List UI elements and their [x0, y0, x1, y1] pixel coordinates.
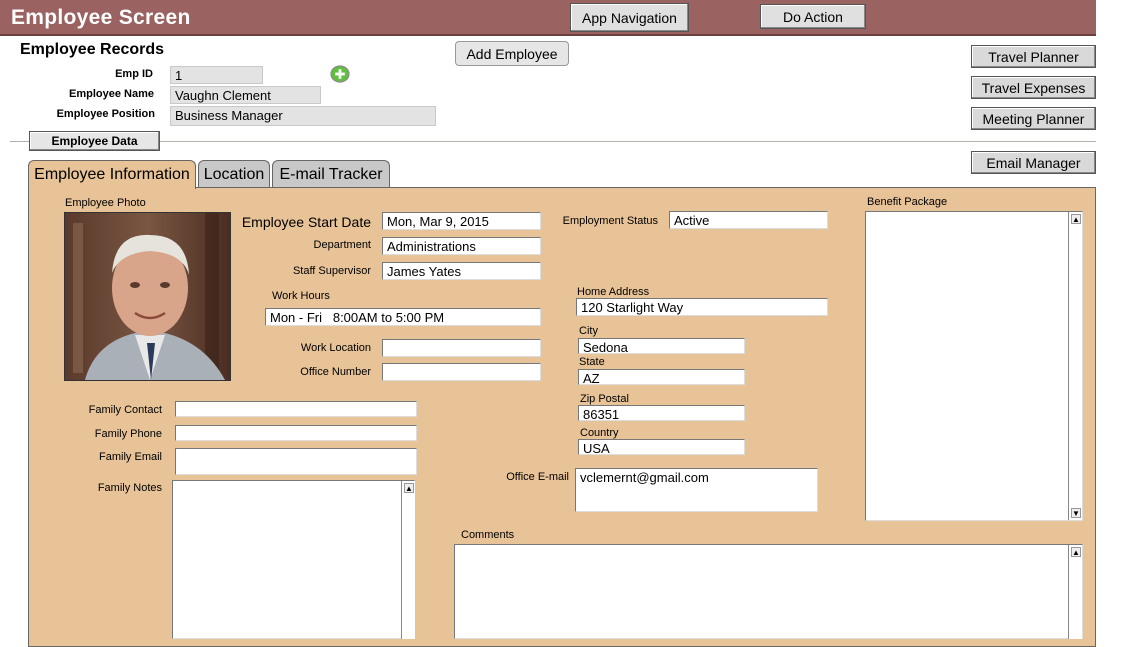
family-notes-label: Family Notes: [97, 482, 162, 494]
state-field[interactable]: AZ: [578, 369, 745, 385]
app-navigation-button[interactable]: App Navigation: [570, 3, 689, 32]
office-number-label: Office Number: [300, 366, 371, 378]
city-field[interactable]: Sedona: [578, 338, 745, 354]
employment-status-label: Employment Status: [562, 215, 658, 227]
country-field[interactable]: USA: [578, 439, 745, 455]
family-contact-field[interactable]: [175, 401, 417, 417]
family-notes-scrollbar[interactable]: ▲: [401, 481, 415, 639]
plus-circle-icon[interactable]: [330, 65, 350, 83]
work-location-label: Work Location: [300, 342, 371, 354]
records-title: Employee Records: [20, 41, 165, 58]
office-number-field[interactable]: [382, 363, 541, 381]
employee-data-section-label: Employee Data: [29, 131, 160, 151]
travel-expenses-button[interactable]: Travel Expenses: [971, 76, 1096, 99]
office-email-label: Office E-mail: [506, 471, 569, 483]
city-label: City: [579, 325, 598, 337]
family-phone-field[interactable]: [175, 425, 417, 441]
department-field[interactable]: Administrations: [382, 237, 541, 255]
comments-field[interactable]: [454, 544, 1083, 639]
emp-id-field[interactable]: 1: [170, 66, 263, 84]
family-email-label: Family Email: [99, 451, 162, 463]
tab-email-tracker[interactable]: E-mail Tracker: [272, 160, 390, 188]
email-manager-button[interactable]: Email Manager: [971, 151, 1096, 174]
work-hours-label: Work Hours: [272, 290, 330, 302]
employee-position-field[interactable]: Business Manager: [170, 106, 436, 126]
comments-scrollbar[interactable]: ▲: [1068, 545, 1082, 639]
employee-start-date-field[interactable]: Mon, Mar 9, 2015: [382, 212, 541, 230]
tab-employee-information[interactable]: Employee Information: [28, 160, 196, 189]
employee-name-label: Employee Name: [69, 88, 154, 100]
do-action-button[interactable]: Do Action: [760, 4, 866, 29]
family-email-field[interactable]: [175, 448, 417, 475]
tab-location[interactable]: Location: [198, 160, 270, 188]
state-label: State: [579, 356, 605, 368]
employee-photo-label: Employee Photo: [65, 197, 146, 209]
staff-supervisor-field[interactable]: James Yates: [382, 262, 541, 280]
home-address-field[interactable]: 120 Starlight Way: [576, 298, 828, 316]
travel-planner-button[interactable]: Travel Planner: [971, 45, 1096, 68]
staff-supervisor-label: Staff Supervisor: [292, 265, 371, 277]
country-label: Country: [580, 427, 619, 439]
employee-name-field[interactable]: Vaughn Clement: [170, 86, 321, 104]
employee-photo[interactable]: [64, 212, 231, 381]
office-email-field[interactable]: vclemernt@gmail.com: [575, 468, 818, 512]
employee-position-label: Employee Position: [56, 108, 155, 120]
emp-id-label: Emp ID: [115, 68, 153, 80]
comments-label: Comments: [461, 529, 515, 541]
work-location-field[interactable]: [382, 339, 541, 357]
work-hours-field[interactable]: Mon - Fri 8:00AM to 5:00 PM: [265, 308, 541, 326]
add-employee-button[interactable]: Add Employee: [455, 41, 569, 66]
section-divider: [10, 141, 1096, 142]
benefit-package-label: Benefit Package: [867, 196, 948, 208]
home-address-label: Home Address: [577, 286, 650, 298]
family-contact-label: Family Contact: [88, 404, 162, 416]
employee-start-date-label: Employee Start Date: [241, 214, 371, 230]
meeting-planner-button[interactable]: Meeting Planner: [971, 107, 1096, 130]
family-phone-label: Family Phone: [94, 428, 162, 440]
family-notes-field[interactable]: [172, 480, 415, 639]
arrow-down-icon[interactable]: ▼: [1071, 508, 1081, 518]
arrow-up-icon[interactable]: ▲: [404, 483, 414, 493]
benefit-package-scrollbar[interactable]: ▲ ▼: [1068, 212, 1082, 520]
benefit-package-field[interactable]: [865, 211, 1083, 521]
arrow-up-icon[interactable]: ▲: [1071, 547, 1081, 557]
zip-postal-label: Zip Postal: [580, 393, 629, 405]
department-label: Department: [313, 239, 371, 251]
arrow-up-icon[interactable]: ▲: [1071, 214, 1081, 224]
screen-title: Employee Screen: [11, 6, 191, 29]
zip-postal-field[interactable]: 86351: [578, 405, 745, 421]
employment-status-field[interactable]: Active: [669, 211, 828, 229]
